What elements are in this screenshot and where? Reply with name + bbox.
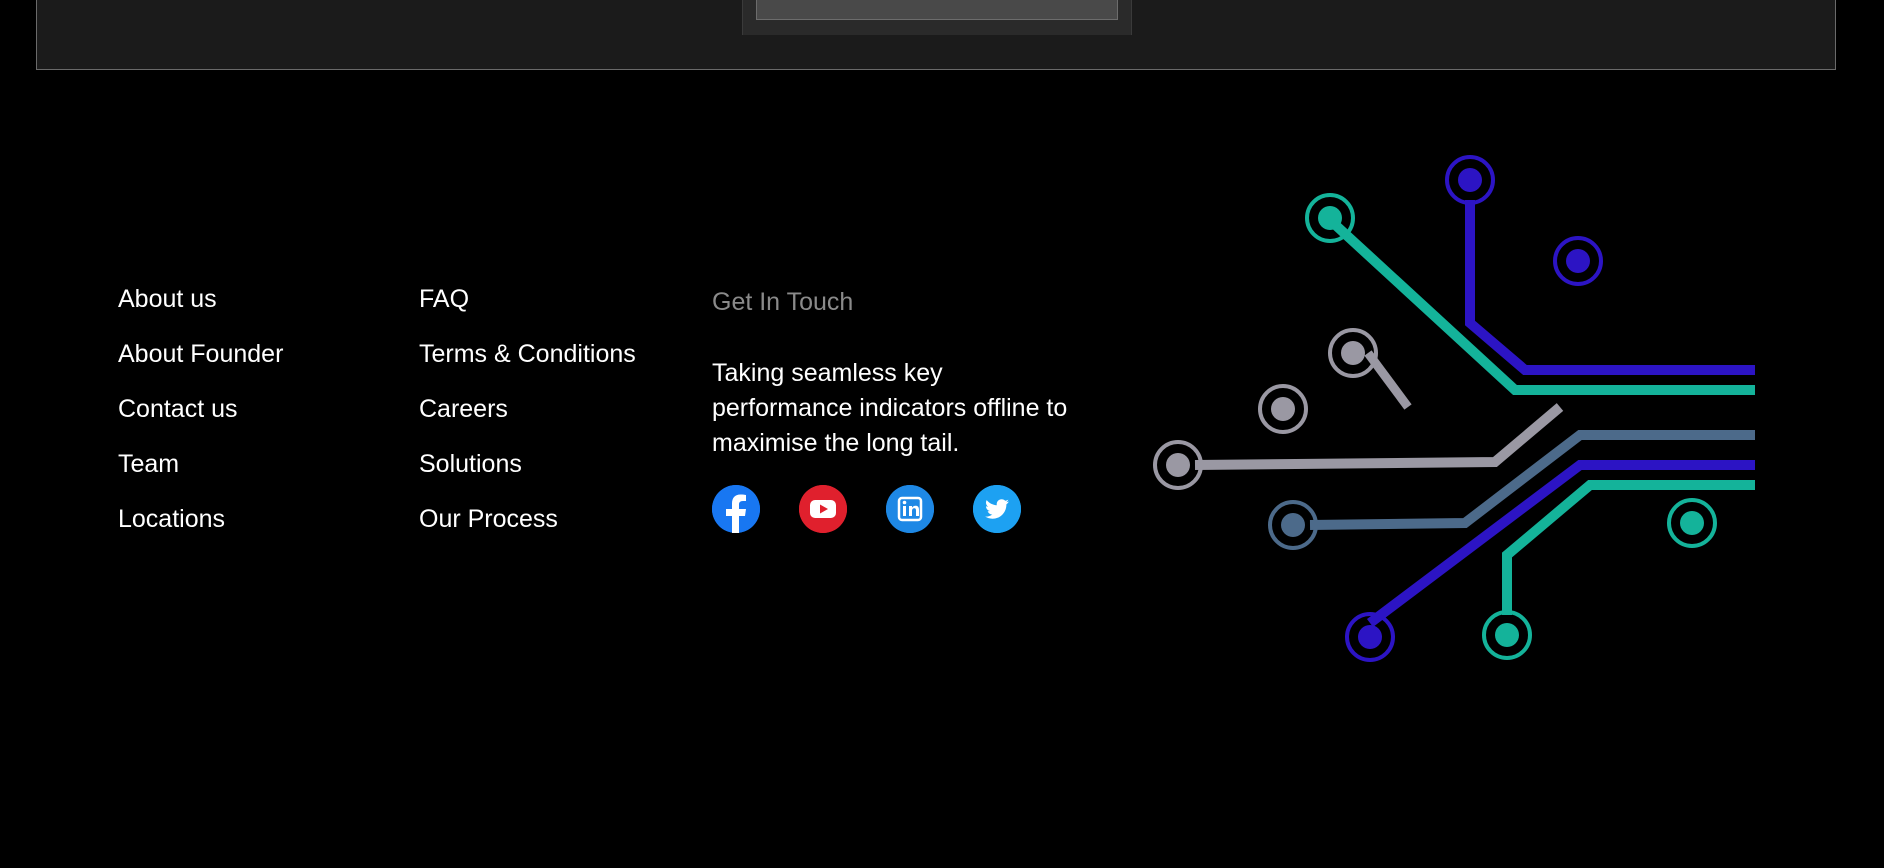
footer-link-item: Terms & Conditions	[419, 338, 636, 393]
solutions-link[interactable]: Solutions	[419, 450, 522, 478]
facebook-link[interactable]	[712, 485, 760, 533]
footer-link-item: Locations	[118, 503, 283, 558]
footer-links-column-1: About us About Founder Contact us Team L…	[118, 283, 283, 558]
faq-link[interactable]: FAQ	[419, 285, 469, 313]
contact-description: Taking seamless key performance indicato…	[712, 359, 1068, 457]
circuit-node	[1166, 453, 1190, 477]
footer-link-item: About Founder	[118, 338, 283, 393]
top-panel-bar[interactable]	[756, 0, 1118, 20]
circuit-node	[1358, 625, 1382, 649]
linkedin-icon	[886, 485, 934, 533]
footer-link-item: About us	[118, 283, 283, 338]
our-process-link[interactable]: Our Process	[419, 505, 558, 533]
contact-heading: Get In Touch	[712, 288, 854, 316]
team-link[interactable]: Team	[118, 450, 179, 478]
circuit-node	[1495, 623, 1519, 647]
twitter-link[interactable]	[973, 485, 1021, 533]
circuit-node	[1680, 511, 1704, 535]
linkedin-link[interactable]	[886, 485, 934, 533]
circuit-trace	[1465, 200, 1755, 375]
circuit-trace	[1194, 403, 1564, 470]
twitter-icon	[973, 485, 1021, 533]
footer-link-item: Team	[118, 448, 283, 503]
about-us-link[interactable]: About us	[118, 285, 217, 313]
circuit-node	[1318, 206, 1342, 230]
contact-us-link[interactable]: Contact us	[118, 395, 238, 423]
circuit-illustration	[1153, 155, 1755, 662]
social-links	[712, 485, 1060, 533]
circuit-trace	[1502, 480, 1755, 615]
terms-link[interactable]: Terms & Conditions	[419, 340, 636, 368]
top-panel	[36, 0, 1836, 70]
circuit-node	[1566, 249, 1590, 273]
youtube-icon	[799, 485, 847, 533]
locations-link[interactable]: Locations	[118, 505, 225, 533]
top-panel-tab	[742, 0, 1132, 35]
youtube-link[interactable]	[799, 485, 847, 533]
circuit-trace	[1326, 216, 1755, 395]
contact-section: Get In Touch Taking seamless key perform…	[712, 286, 1082, 461]
about-founder-link[interactable]: About Founder	[118, 340, 283, 368]
circuit-node	[1271, 397, 1295, 421]
facebook-icon	[712, 485, 760, 533]
footer-link-item: Contact us	[118, 393, 283, 448]
circuit-node	[1281, 513, 1305, 537]
careers-link[interactable]: Careers	[419, 395, 508, 423]
footer-link-item: Careers	[419, 393, 636, 448]
circuit-node	[1341, 341, 1365, 365]
circuit-node	[1458, 168, 1482, 192]
footer-link-item: Solutions	[419, 448, 636, 503]
footer-link-item: Our Process	[419, 503, 636, 558]
footer-links-column-2: FAQ Terms & Conditions Careers Solutions…	[419, 283, 636, 558]
footer-link-item: FAQ	[419, 283, 636, 338]
